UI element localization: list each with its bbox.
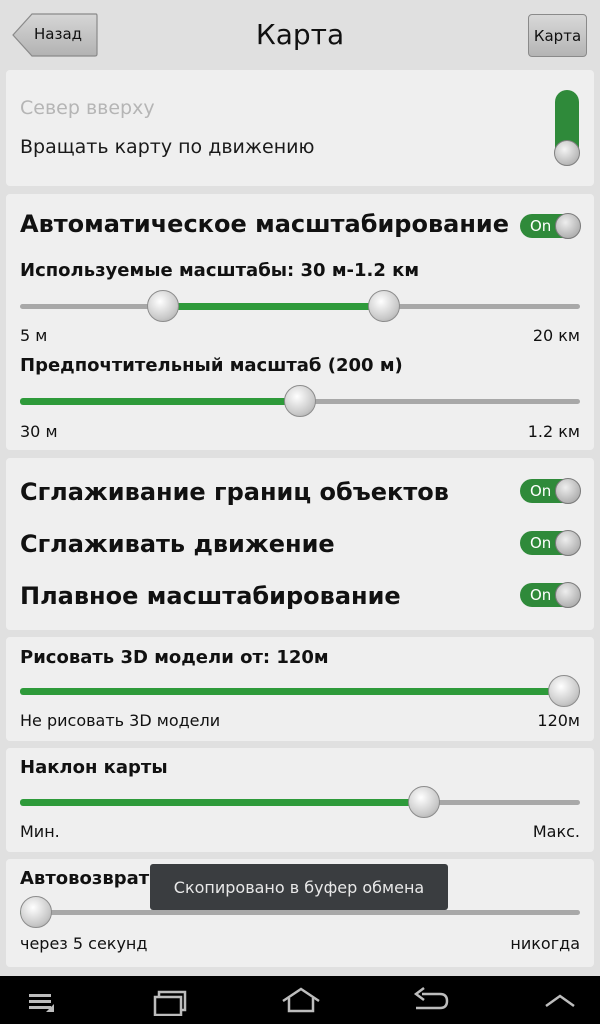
home-icon[interactable]: [280, 984, 322, 1016]
slider-fill: [20, 799, 425, 806]
switch-knob: [554, 140, 580, 166]
chevron-up-icon[interactable]: [542, 984, 578, 1016]
models3d-min-label: Не рисовать 3D модели: [20, 711, 221, 730]
preferred-max-label: 1.2 км: [527, 422, 580, 441]
smooth-motion-label: Сглаживать движение: [20, 530, 335, 558]
slider-thumb-min[interactable]: [146, 290, 179, 322]
smooth-zoom-label: Плавное масштабирование: [20, 582, 401, 610]
used-scales-slider[interactable]: [20, 289, 580, 323]
toggle-knob: [555, 530, 581, 556]
slider-fill: [20, 688, 564, 695]
smooth-borders-label: Сглаживание границ объектов: [20, 478, 449, 506]
toggle-knob: [555, 582, 581, 608]
autoreturn-label: Автовозврат: [20, 868, 150, 889]
toggle-knob: [555, 478, 581, 504]
slider-thumb[interactable]: [408, 786, 441, 818]
autoscale-toggle[interactable]: On: [520, 213, 581, 239]
clipboard-toast: Скопировано в буфер обмена: [150, 864, 448, 910]
toggle-text: On: [530, 586, 552, 604]
preferred-min-label: 30 м: [20, 422, 58, 441]
slider-thumb[interactable]: [284, 385, 316, 417]
used-min-label: 5 м: [20, 326, 48, 345]
map-button[interactable]: Карта: [528, 14, 587, 57]
smooth-zoom-toggle[interactable]: On: [520, 582, 581, 608]
slider-thumb-max[interactable]: [368, 290, 401, 322]
autoscale-card: Автоматическое масштабирование On Исполь…: [6, 194, 594, 450]
smooth-borders-toggle[interactable]: On: [520, 478, 581, 504]
slider-fill: [20, 398, 300, 405]
tilt-card: Наклон карты Мин. Макс.: [6, 748, 594, 852]
preferred-scale-slider[interactable]: [20, 384, 580, 418]
toggle-text: On: [530, 534, 552, 552]
page-title: Карта: [255, 18, 345, 51]
used-max-label: 20 км: [532, 326, 580, 345]
preferred-scale-label: Предпочтительный масштаб (200 м): [20, 355, 403, 376]
models3d-label: Рисовать 3D модели от: 120м: [20, 647, 329, 668]
smooth-motion-toggle[interactable]: On: [520, 530, 581, 556]
orientation-switch[interactable]: [554, 90, 580, 166]
slider-thumb[interactable]: [20, 896, 52, 928]
models3d-max-label: 120м: [537, 711, 580, 730]
recent-apps-icon[interactable]: [150, 984, 190, 1016]
slider-fill: [162, 303, 385, 310]
autoscale-title: Автоматическое масштабирование: [20, 210, 510, 238]
header: Назад Карта Карта: [0, 0, 600, 68]
autoreturn-min-label: через 5 секунд: [20, 934, 148, 953]
models3d-card: Рисовать 3D модели от: 120м Не рисовать …: [6, 637, 594, 741]
toggle-text: On: [530, 217, 552, 235]
orientation-card: Север вверху Вращать карту по движению: [6, 70, 594, 186]
toggle-text: On: [530, 482, 552, 500]
models3d-slider[interactable]: [20, 674, 580, 708]
navigation-bar: [0, 976, 600, 1024]
rotate-map-option[interactable]: Вращать карту по движению: [20, 136, 314, 158]
back-icon[interactable]: [410, 984, 450, 1016]
smoothing-card: Сглаживание границ объектов On Сглаживат…: [6, 458, 594, 630]
north-up-option[interactable]: Север вверху: [20, 97, 155, 119]
tilt-label: Наклон карты: [20, 757, 168, 778]
tilt-min-label: Мин.: [20, 822, 60, 841]
tilt-max-label: Макс.: [532, 822, 580, 841]
slider-thumb[interactable]: [548, 675, 580, 707]
menu-icon[interactable]: [26, 984, 60, 1016]
autoreturn-max-label: никогда: [510, 934, 580, 953]
used-scales-label: Используемые масштабы: 30 м-1.2 км: [20, 260, 420, 281]
toggle-knob: [555, 213, 581, 239]
tilt-slider[interactable]: [20, 785, 580, 819]
slider-track: [20, 910, 580, 915]
